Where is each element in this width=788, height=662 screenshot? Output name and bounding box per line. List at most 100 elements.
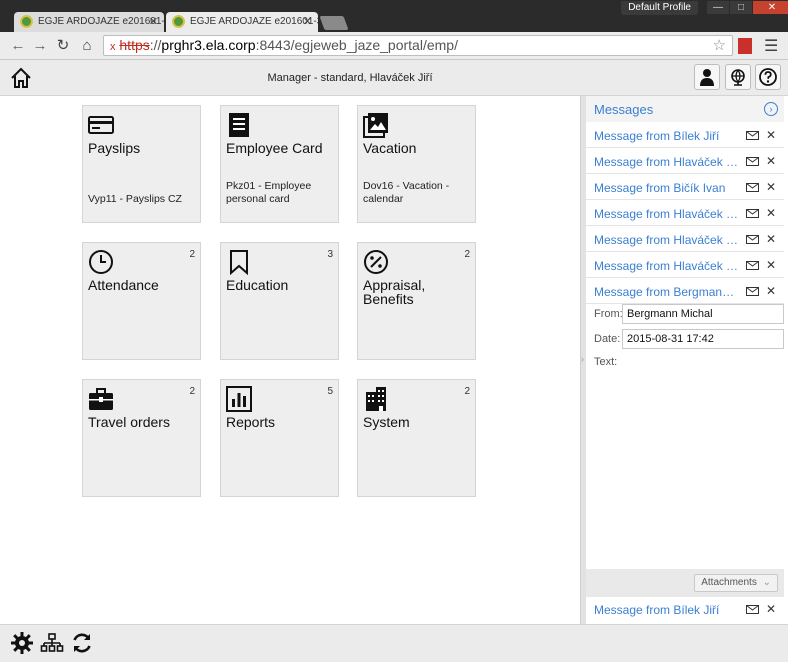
message-link[interactable]: Message from Hlaváček Jiří xyxy=(594,259,740,273)
message-item[interactable]: Message from Bílek Jiří ✕ xyxy=(586,597,784,622)
envelope-icon[interactable] xyxy=(746,287,759,296)
close-tab-icon[interactable]: ✕ xyxy=(149,15,158,28)
forward-icon[interactable]: → xyxy=(30,36,50,56)
address-bar[interactable]: x https://prghr3.ela.corp:8443/egjeweb_j… xyxy=(103,35,733,56)
message-link[interactable]: Message from Bílek Jiří xyxy=(594,603,740,617)
app-header: Manager - standard, Hlaváček Jiří xyxy=(0,60,788,96)
from-label: From: xyxy=(594,308,623,320)
tile-badge-count: 2 xyxy=(189,386,195,397)
envelope-icon[interactable] xyxy=(746,131,759,140)
tile-title: Attendance xyxy=(88,277,159,293)
message-item[interactable]: Message from Bílek Jiří ✕ xyxy=(586,123,784,148)
tile-badge-count: 5 xyxy=(327,386,333,397)
envelope-icon[interactable] xyxy=(746,157,759,166)
extension-icon[interactable] xyxy=(738,38,752,54)
message-item[interactable]: Message from Hlaváček Jiří ✕ xyxy=(586,201,784,226)
language-button[interactable] xyxy=(725,64,751,90)
tile-vacation[interactable]: Vacation Dov16 - Vacation - calendar xyxy=(357,105,476,223)
tile-title: Vacation xyxy=(363,140,417,156)
close-window-icon[interactable]: ✕ xyxy=(753,1,788,14)
tile-title: Travel orders xyxy=(88,414,170,430)
tile-badge-count: 2 xyxy=(464,249,470,260)
settings-button[interactable] xyxy=(10,631,34,655)
document-icon xyxy=(229,113,249,137)
message-item[interactable]: Message from Hlaváček Jiří ✕ xyxy=(586,253,784,278)
browser-tab-2[interactable]: EGJE ARDOJAZE e201601-35 ✕ xyxy=(166,12,318,32)
close-tab-icon[interactable]: ✕ xyxy=(303,15,312,28)
help-icon xyxy=(759,68,777,86)
profile-button[interactable]: Default Profile xyxy=(621,1,698,15)
tile-appraisal-benefits[interactable]: 2 Appraisal, Benefits xyxy=(357,242,476,360)
message-item[interactable]: Message from Bičík Ivan ✕ xyxy=(586,175,784,200)
delete-message-icon[interactable]: ✕ xyxy=(766,154,776,168)
delete-message-icon[interactable]: ✕ xyxy=(766,602,776,616)
favicon-icon xyxy=(172,15,185,28)
url-path: :8443/egjeweb_jaze_portal/emp/ xyxy=(255,37,458,53)
user-icon xyxy=(700,69,714,86)
date-row: Date: 2015-08-31 17:42 xyxy=(586,329,784,349)
refresh-icon xyxy=(73,633,91,653)
delete-message-icon[interactable]: ✕ xyxy=(766,258,776,272)
message-link[interactable]: Message from Hlaváček Jiří xyxy=(594,207,740,221)
envelope-icon[interactable] xyxy=(746,605,759,614)
envelope-icon[interactable] xyxy=(746,209,759,218)
message-item[interactable]: Message from Hlaváček Jiří ✕ xyxy=(586,149,784,174)
from-field[interactable]: Bergmann Michal xyxy=(622,304,784,324)
minimize-icon[interactable]: — xyxy=(707,1,729,14)
message-link[interactable]: Message from Bergmann Michal xyxy=(594,285,740,299)
reload-icon[interactable]: ↻ xyxy=(53,36,73,56)
message-link[interactable]: Message from Hlaváček Jiří xyxy=(594,233,740,247)
messages-title[interactable]: Messages xyxy=(594,102,653,117)
gear-icon xyxy=(11,632,33,654)
chevron-down-icon: ⌄ xyxy=(762,577,771,588)
tile-education[interactable]: 3 Education xyxy=(220,242,339,360)
message-link[interactable]: Message from Hlaváček Jiří xyxy=(594,155,740,169)
chevron-right-icon[interactable]: › xyxy=(764,102,778,116)
globe-icon xyxy=(731,69,745,86)
envelope-icon[interactable] xyxy=(746,235,759,244)
message-item-selected[interactable]: Message from Bergmann Michal ✕ xyxy=(586,279,784,304)
text-label: Text: xyxy=(594,356,618,368)
bar-chart-icon xyxy=(226,386,252,412)
user-button[interactable] xyxy=(694,64,720,90)
maximize-icon[interactable]: □ xyxy=(730,1,752,14)
tile-reports[interactable]: 5 Reports xyxy=(220,379,339,497)
envelope-icon[interactable] xyxy=(746,183,759,192)
new-tab-button[interactable] xyxy=(319,16,349,30)
url-host: prghr3.ela.corp xyxy=(161,37,256,53)
delete-message-icon[interactable]: ✕ xyxy=(766,180,776,194)
tile-badge-count: 3 xyxy=(327,249,333,260)
delete-message-icon[interactable]: ✕ xyxy=(766,284,776,298)
attachments-dropdown[interactable]: Attachments ⌄ xyxy=(694,574,778,592)
tile-employee-card[interactable]: Employee Card Pkz01 - Employee personal … xyxy=(220,105,339,223)
card-icon xyxy=(88,116,114,134)
message-link[interactable]: Message from Bílek Jiří xyxy=(594,129,740,143)
percent-icon xyxy=(364,250,388,274)
tile-title: Payslips xyxy=(88,140,141,156)
browser-tab-1[interactable]: EGJE ARDOJAZE e201601-35 ✕ xyxy=(14,12,164,32)
message-link[interactable]: Message from Bičík Ivan xyxy=(594,181,740,195)
message-item[interactable]: Message from Hlaváček Jiří ✕ xyxy=(586,227,784,252)
delete-message-icon[interactable]: ✕ xyxy=(766,128,776,142)
home-browser-icon[interactable]: ⌂ xyxy=(77,36,97,56)
tile-travel-orders[interactable]: 2 Travel orders xyxy=(82,379,201,497)
attachments-label: Attachments xyxy=(701,577,757,588)
bookmark-star-icon[interactable]: ☆ xyxy=(713,36,726,55)
bookmark-icon xyxy=(230,250,248,275)
delete-message-icon[interactable]: ✕ xyxy=(766,206,776,220)
delete-message-icon[interactable]: ✕ xyxy=(766,232,776,246)
tile-title: Appraisal, Benefits xyxy=(363,277,426,307)
tile-system[interactable]: 2 System xyxy=(357,379,476,497)
tile-payslips[interactable]: Payslips Vyp11 - Payslips CZ xyxy=(82,105,201,223)
tile-attendance[interactable]: 2 Attendance xyxy=(82,242,201,360)
tile-title: Education xyxy=(226,277,289,293)
org-structure-button[interactable] xyxy=(40,631,64,655)
envelope-icon[interactable] xyxy=(746,261,759,270)
browser-menu-icon[interactable]: ☰ xyxy=(764,36,778,56)
date-field[interactable]: 2015-08-31 17:42 xyxy=(622,329,784,349)
refresh-button[interactable] xyxy=(70,631,94,655)
back-icon[interactable]: ← xyxy=(8,36,28,56)
date-label: Date: xyxy=(594,333,621,345)
splitter-grip-icon: › xyxy=(581,354,584,364)
help-button[interactable] xyxy=(755,64,781,90)
